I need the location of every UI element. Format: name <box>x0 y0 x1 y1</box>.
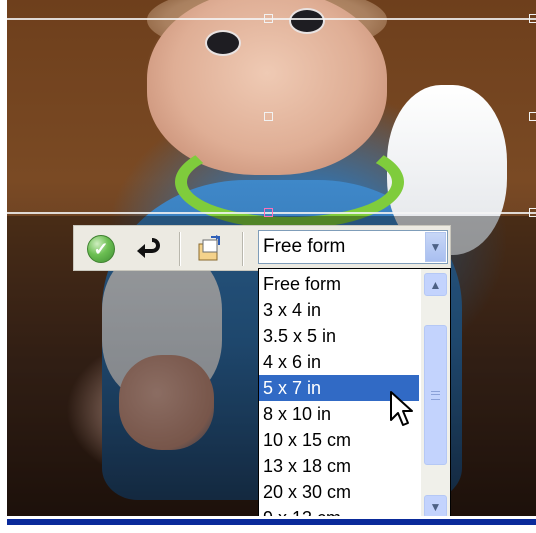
toolbar-separator <box>242 232 243 266</box>
bottom-bar <box>7 516 536 533</box>
list-item[interactable]: 4 x 6 in <box>259 349 419 375</box>
crop-handle-center[interactable] <box>264 112 273 121</box>
crop-handle-right[interactable] <box>529 112 536 121</box>
mouse-pointer-icon <box>390 391 413 426</box>
crop-handle-top[interactable] <box>264 14 273 23</box>
aspect-ratio-select[interactable]: Free form ▼ <box>258 230 448 264</box>
scroll-down-button[interactable]: ▼ <box>424 495 447 518</box>
bottom-stripe <box>7 519 536 525</box>
aspect-ratio-selected-value: Free form <box>263 236 346 257</box>
list-item[interactable]: 13 x 18 cm <box>259 453 419 479</box>
list-item[interactable]: 20 x 30 cm <box>259 479 419 505</box>
list-item[interactable]: 10 x 15 cm <box>259 427 419 453</box>
list-item[interactable]: Free form <box>259 271 419 297</box>
chevron-up-icon: ▲ <box>429 277 442 292</box>
crop-handle-bottom-right[interactable] <box>529 208 536 217</box>
list-scrollbar[interactable]: ▲ ▼ <box>421 269 450 522</box>
rotate-crop-icon <box>198 235 220 261</box>
checkmark-icon: ✓ <box>87 235 115 263</box>
undo-arrow-icon <box>137 238 160 258</box>
chevron-down-icon: ▼ <box>429 499 442 514</box>
scrollbar-thumb[interactable] <box>424 325 447 465</box>
undo-button[interactable] <box>132 233 164 265</box>
crop-rectangle[interactable] <box>7 14 536 217</box>
list-item[interactable]: 3 x 4 in <box>259 297 419 323</box>
toolbar-separator <box>179 232 180 266</box>
dropdown-button[interactable]: ▼ <box>425 232 446 262</box>
aspect-ratio-dropdown-list[interactable]: Free form 3 x 4 in 3.5 x 5 in 4 x 6 in 5… <box>258 268 451 523</box>
chevron-down-icon: ▼ <box>429 240 442 254</box>
apply-crop-button[interactable]: ✓ <box>85 233 117 265</box>
scroll-up-button[interactable]: ▲ <box>424 273 447 296</box>
crop-handle-bottom[interactable] <box>264 208 273 217</box>
crop-handle-top-right[interactable] <box>529 14 536 23</box>
grip-icon <box>431 390 440 400</box>
list-item[interactable]: 3.5 x 5 in <box>259 323 419 349</box>
rotate-crop-button[interactable] <box>193 233 225 265</box>
